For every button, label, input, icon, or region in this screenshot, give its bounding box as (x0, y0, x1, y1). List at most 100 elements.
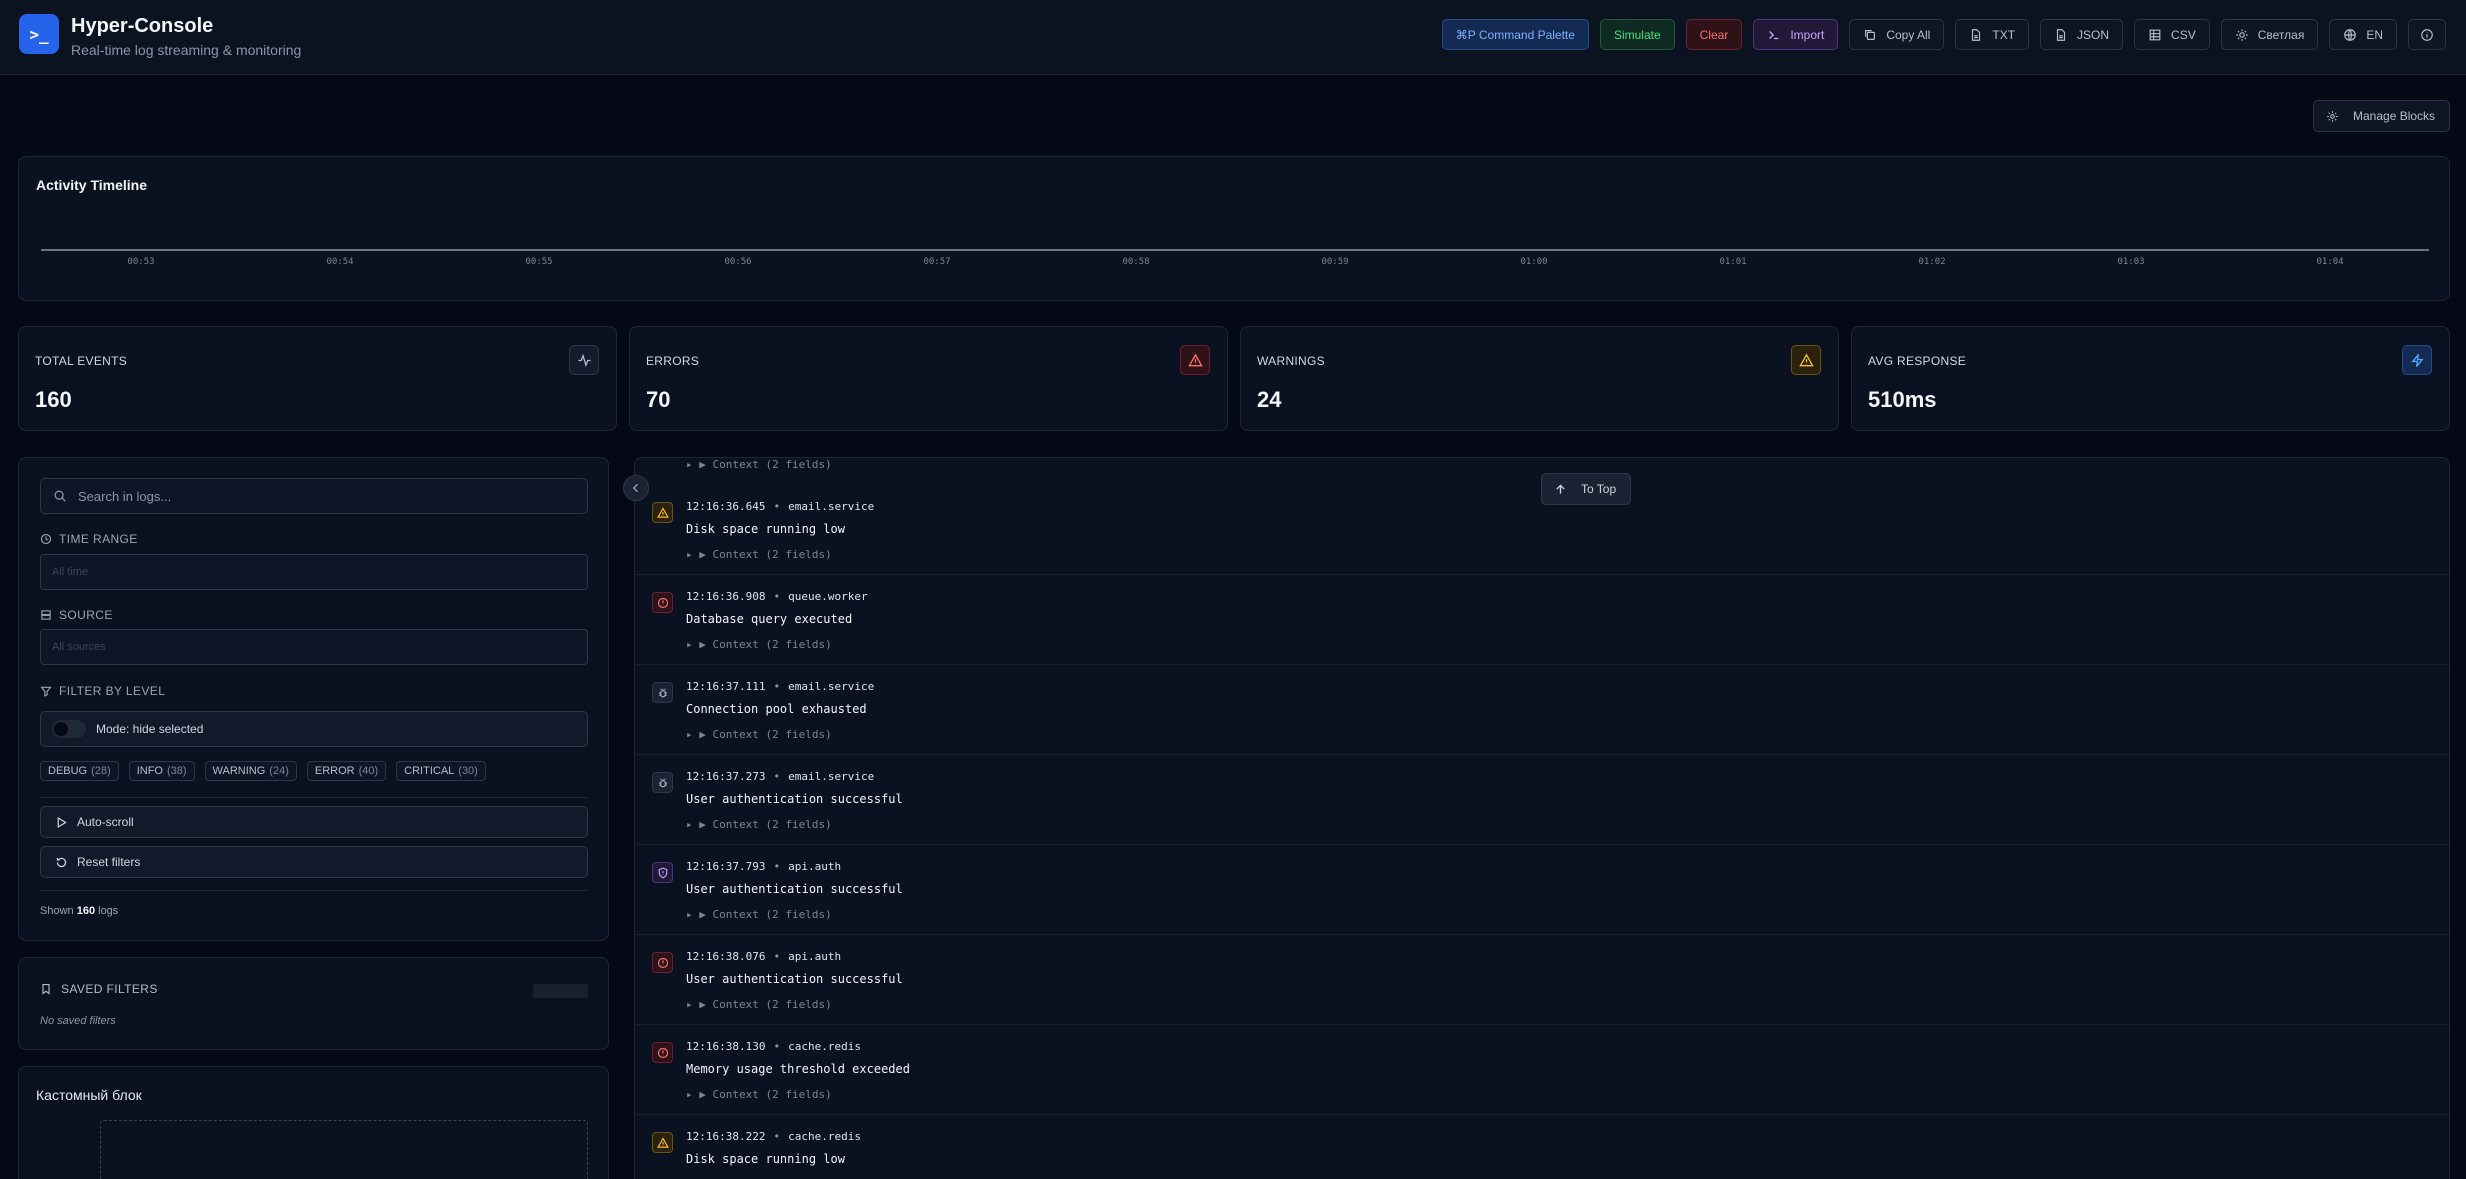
warning-icon (652, 502, 673, 523)
save-filter-button[interactable] (533, 984, 588, 998)
log-meta: 12:16:37.111 • email.service (686, 680, 875, 693)
error-icon (652, 1042, 673, 1063)
log-message: User authentication successful (686, 882, 903, 896)
search-input[interactable]: Search in logs... (40, 478, 588, 514)
stat-label: ERRORS (646, 354, 700, 368)
log-entry[interactable]: 12:16:36.908 • queue.worker Database query… (635, 575, 2449, 665)
log-message: Connection pool exhausted (686, 702, 867, 716)
log-message: Disk space running low (686, 1152, 845, 1166)
info-icon (2421, 28, 2433, 41)
terminal-logo-icon: >_ (19, 14, 59, 54)
collapse-sidebar-button[interactable] (623, 475, 649, 501)
context-toggle[interactable]: ▸ ▶ Context (2 fields) (686, 818, 832, 831)
divider (40, 797, 588, 798)
source-label: SOURCE (40, 608, 113, 622)
level-chip-info[interactable]: INFO (38) (128, 761, 195, 781)
custom-block: Кастомный блок (18, 1066, 609, 1179)
log-source: api.auth (788, 860, 842, 873)
log-entry[interactable]: 12:16:37.793 • api.auth User authenticatio… (635, 845, 2449, 935)
saved-filters-title: SAVED FILTERS (40, 982, 158, 996)
level-chip-warning[interactable]: WARNING (24) (204, 761, 297, 781)
log-time: 12:16:37.273 (686, 770, 766, 783)
command-palette-button[interactable]: ⌘P Command Palette (1441, 19, 1589, 50)
zap-icon (2402, 345, 2432, 375)
log-time: 12:16:37.111 (686, 680, 766, 693)
to-top-button[interactable]: To Top (1541, 473, 1631, 505)
level-chip-name: ERROR (314, 765, 355, 777)
stat-value: 70 (646, 387, 671, 412)
stat-label: WARNINGS (1257, 354, 1325, 368)
context-toggle[interactable]: ▸ ▶ Context (2 fields) (686, 1088, 832, 1101)
warning-icon (1791, 345, 1821, 375)
alert-triangle-icon (1180, 345, 1210, 375)
mode-toggle-switch[interactable] (52, 720, 86, 738)
log-message: Memory usage threshold exceeded (686, 1062, 910, 1076)
shown-count: Shown 160 logs (40, 905, 118, 917)
log-entry[interactable]: 12:16:38.222 • cache.redis Disk space runn… (635, 1115, 2449, 1179)
timeline-tick: 01:02 (1918, 257, 1946, 267)
timeline-tick: 00:59 (1321, 257, 1349, 267)
reset-icon (56, 857, 67, 867)
import-button[interactable]: Import (1753, 19, 1839, 50)
simulate-button[interactable]: Simulate (1599, 19, 1675, 50)
level-chip-count: (38) (166, 765, 187, 777)
log-meta: 12:16:36.908 • queue.worker (686, 590, 868, 603)
time-range-select[interactable]: All time (40, 554, 588, 590)
log-source: cache.redis (788, 1130, 861, 1143)
copy-all-button[interactable]: Copy All (1849, 19, 1945, 50)
reset-filters-button[interactable]: Reset filters (40, 846, 588, 878)
chevron-left-icon (632, 483, 638, 493)
log-source: queue.worker (788, 590, 868, 603)
context-toggle[interactable]: ▸ ▶ Context (2 fields) (686, 728, 832, 741)
mode-toggle-row[interactable]: Mode: hide selected (40, 711, 588, 747)
log-time: 12:16:38.222 (686, 1130, 766, 1143)
log-source: email.service (788, 680, 875, 693)
log-meta: 12:16:36.645 • email.service (686, 500, 875, 513)
stat-card-errors: ERRORS 70 (629, 326, 1228, 431)
theme-toggle-button[interactable]: Светлая (2220, 19, 2319, 50)
log-entry[interactable]: 12:16:37.111 • email.service Connection po… (635, 665, 2449, 755)
context-toggle[interactable]: ▸ ▶ Context (2 fields) (686, 998, 832, 1011)
copy-all-label: Copy All (1886, 27, 1931, 42)
timeline-tick: 00:56 (724, 257, 752, 267)
export-json-button[interactable]: JSON (2040, 19, 2124, 50)
source-select[interactable]: All sources (40, 629, 588, 665)
info-button[interactable] (2408, 19, 2446, 50)
context-toggle[interactable]: ▸ ▶ Context (2 fields) (686, 908, 832, 921)
filter-by-level-text: FILTER BY LEVEL (59, 684, 166, 698)
context-toggle[interactable]: ▸ ▶ Context (2 fields) (686, 548, 832, 561)
export-txt-label: TXT (1992, 27, 2016, 42)
language-button[interactable]: EN (2329, 19, 2397, 50)
warning-icon (652, 1132, 673, 1153)
autoscroll-button[interactable]: Auto-scroll (40, 806, 588, 838)
log-entry[interactable]: 12:16:37.273 • email.service User authenti… (635, 755, 2449, 845)
custom-block-dropzone[interactable] (100, 1120, 588, 1179)
log-message: User authentication successful (686, 792, 903, 806)
autoscroll-label: Auto-scroll (77, 815, 134, 829)
error-icon (652, 952, 673, 973)
activity-timeline: Activity Timeline 00:53 00:54 00:55 00:5… (18, 156, 2450, 301)
command-palette-label: ⌘P Command Palette (1455, 27, 1575, 42)
level-chip-error[interactable]: ERROR (40) (306, 761, 387, 781)
level-chip-name: CRITICAL (404, 765, 455, 777)
log-entry[interactable]: 12:16:38.076 • api.auth User authenticatio… (635, 935, 2449, 1025)
export-txt-button[interactable]: TXT (1955, 19, 2030, 50)
source-text: SOURCE (59, 608, 113, 622)
search-icon (54, 490, 66, 502)
export-csv-button[interactable]: CSV (2134, 19, 2210, 50)
stat-card-avg-response: AVG RESPONSE 510ms (1851, 326, 2450, 431)
shown-suffix: logs (98, 905, 119, 917)
terminal-icon (1769, 30, 1779, 39)
timeline-tick: 00:54 (326, 257, 354, 267)
clear-button[interactable]: Clear (1685, 19, 1743, 50)
log-meta: 12:16:38.222 • cache.redis (686, 1130, 861, 1143)
level-chip-debug[interactable]: DEBUG (28) (40, 761, 119, 781)
export-csv-label: CSV (2171, 27, 2196, 42)
context-toggle[interactable]: ▸ ▶ Context (2 fields) (686, 638, 832, 651)
manage-blocks-button[interactable]: Manage Blocks (2313, 100, 2450, 132)
level-chip-critical[interactable]: CRITICAL (30) (396, 761, 486, 781)
level-chips: DEBUG (28) INFO (38) WARNING (24) ERROR (40)… (40, 761, 486, 781)
context-toggle[interactable]: ▸ ▶ Context (2 fields) (686, 458, 832, 471)
filter-by-level-label: FILTER BY LEVEL (40, 684, 165, 698)
log-entry[interactable]: 12:16:38.130 • cache.redis Memory usage th… (635, 1025, 2449, 1115)
